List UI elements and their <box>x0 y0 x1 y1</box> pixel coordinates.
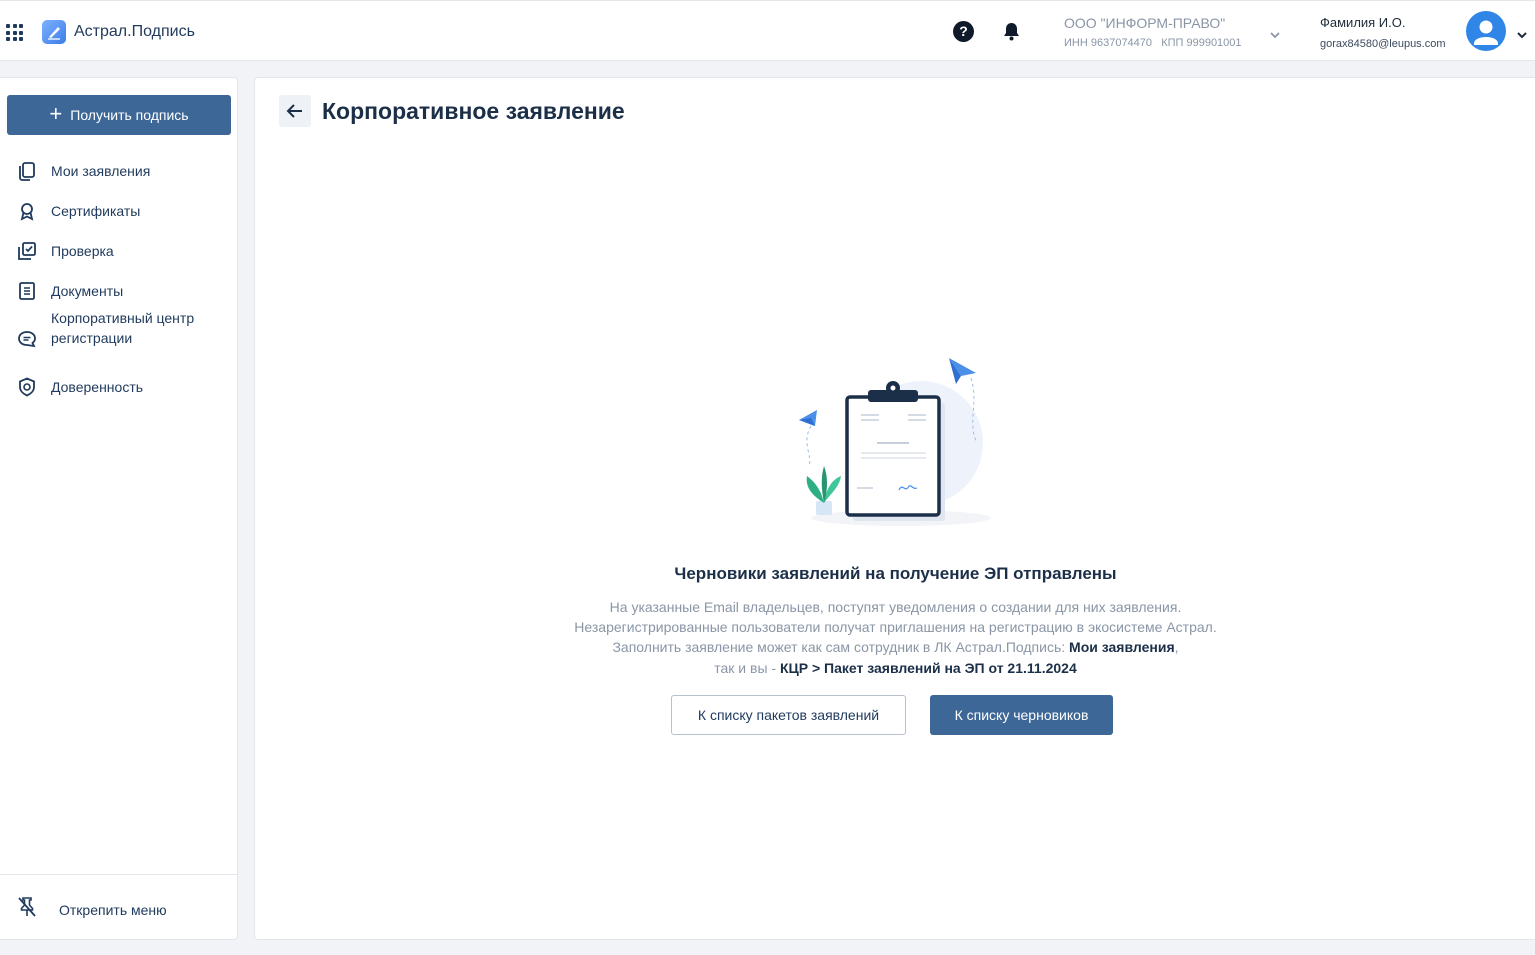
check-square-icon <box>16 240 38 262</box>
sidebar-item-label: Сертификаты <box>51 203 141 219</box>
chat-icon <box>16 328 38 350</box>
user-menu-chevron-icon[interactable] <box>1516 26 1528 44</box>
bell-icon[interactable] <box>1003 22 1020 46</box>
to-packages-button[interactable]: К списку пакетов заявлений <box>671 695 906 735</box>
sidebar-item-label: Проверка <box>51 243 114 259</box>
message-line: На указанные Email владельцев, поступят … <box>609 599 1182 615</box>
user-name[interactable]: Фамилия И.О. <box>1320 15 1406 30</box>
document-icon <box>16 280 38 302</box>
award-icon <box>16 200 38 222</box>
arrow-left-icon <box>286 104 302 118</box>
sidebar-item-label: Доверенность <box>51 379 144 395</box>
message-line: так и вы - КЦР > Пакет заявлений на ЭП о… <box>255 660 1535 676</box>
plus-icon: + <box>49 101 63 126</box>
get-signature-button[interactable]: + Получить подпись <box>7 95 231 135</box>
page-title: Корпоративное заявление <box>322 98 625 124</box>
sidebar-item-certificates[interactable]: Сертификаты <box>16 200 140 222</box>
unpin-menu-button[interactable]: Открепить меню <box>16 896 167 923</box>
sidebar-item-documents[interactable]: Документы <box>16 280 123 302</box>
main-content: Корпоративное заявление Черновики заявле… <box>254 77 1535 940</box>
package-link[interactable]: КЦР > Пакет заявлений на ЭП от 21.11.202… <box>780 660 1077 676</box>
sidebar-item-label: Мои заявления <box>51 163 151 179</box>
help-icon[interactable]: ? <box>953 21 974 42</box>
sidebar-item-verification[interactable]: Проверка <box>16 240 114 262</box>
to-drafts-button[interactable]: К списку черновиков <box>930 695 1113 735</box>
organization-details: ИНН 9637074470 КПП 999901001 <box>1064 37 1242 49</box>
sidebar-item-corporate-center[interactable]: Корпоративный центр регистрации <box>16 310 194 350</box>
message-line: Незарегистрированные пользователи получа… <box>574 619 1217 635</box>
message-text: , <box>1174 639 1179 655</box>
avatar[interactable] <box>1466 11 1506 51</box>
copy-icon <box>16 160 38 182</box>
sidebar-item-label: Корпоративный центр регистрации <box>51 310 195 346</box>
get-signature-label: Получить подпись <box>70 107 189 123</box>
sidebar-item-label: Документы <box>51 283 124 299</box>
clipboard-illustration <box>791 348 1001 553</box>
message-text: так и вы - <box>714 660 780 676</box>
sidebar: + Получить подпись Мои заявления Сертифи… <box>0 77 238 940</box>
back-button[interactable] <box>279 95 311 127</box>
shield-icon <box>16 376 38 398</box>
unpin-icon <box>16 896 38 923</box>
app-logo-icon <box>42 20 66 44</box>
app-title[interactable]: Астрал.Подпись <box>74 23 195 41</box>
my-applications-link[interactable]: Мои заявления <box>1069 639 1175 655</box>
success-title: Черновики заявлений на получение ЭП отпр… <box>674 564 1117 583</box>
chevron-down-icon[interactable] <box>1269 26 1281 44</box>
message-line: Заполнить заявление может как сам сотруд… <box>255 639 1535 655</box>
sidebar-item-my-applications[interactable]: Мои заявления <box>16 160 150 182</box>
top-header: Астрал.Подпись ? ООО "ИНФОРМ-ПРАВО" ИНН … <box>0 0 1535 61</box>
user-email: gorax84580@leupus.com <box>1320 38 1446 50</box>
apps-grid-icon[interactable] <box>6 24 23 41</box>
sidebar-divider <box>0 874 237 875</box>
organization-name[interactable]: ООО "ИНФОРМ-ПРАВО" <box>1064 15 1225 31</box>
sidebar-item-power-of-attorney[interactable]: Доверенность <box>16 376 143 398</box>
unpin-menu-label: Открепить меню <box>59 901 167 918</box>
message-text: Заполнить заявление может как сам сотруд… <box>612 639 1070 655</box>
